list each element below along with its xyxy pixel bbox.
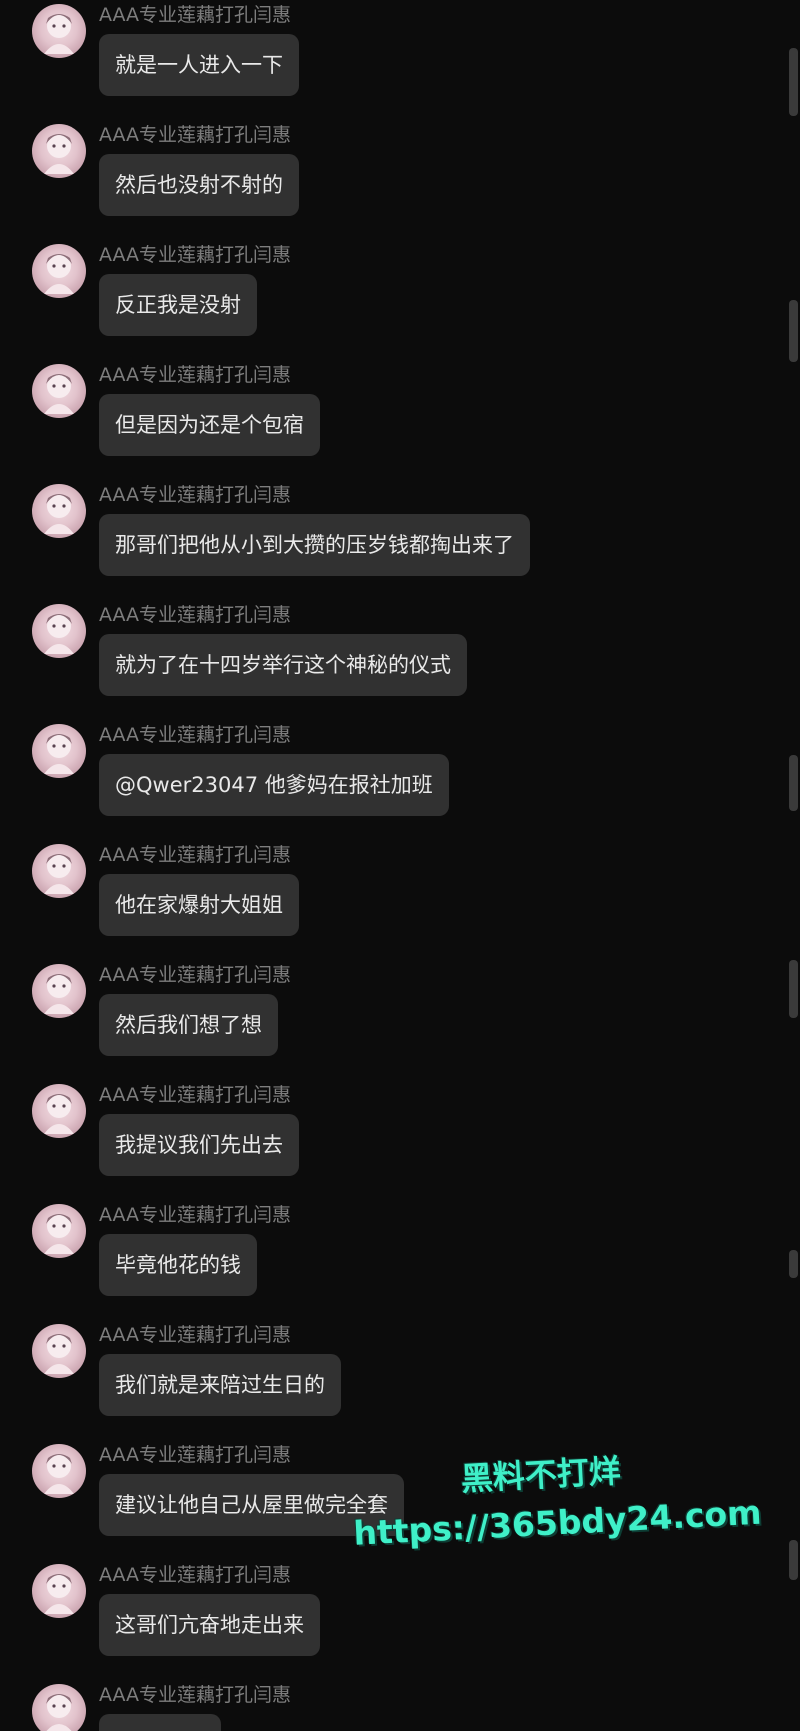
- avatar-icon[interactable]: [32, 604, 86, 658]
- avatar-icon[interactable]: [32, 484, 86, 538]
- chat-message: AAA专业莲藕打孔闫惠 那哥们把他从小到大攒的压岁钱都掏出来了: [0, 480, 780, 600]
- avatar-icon[interactable]: [32, 1684, 86, 1731]
- sender-name: AAA专业莲藕打孔闫惠: [99, 724, 292, 746]
- message-bubble[interactable]: 但是因为还是个包宿: [99, 394, 320, 456]
- sender-name: AAA专业莲藕打孔闫惠: [99, 1564, 292, 1586]
- scrollbar-marker: [789, 960, 798, 1018]
- sender-name: AAA专业莲藕打孔闫惠: [99, 1084, 292, 1106]
- avatar-icon[interactable]: [32, 724, 86, 778]
- sender-name: AAA专业莲藕打孔闫惠: [99, 1204, 292, 1226]
- sender-name: AAA专业莲藕打孔闫惠: [99, 1684, 292, 1706]
- scrollbar-marker: [789, 1250, 798, 1278]
- avatar-icon[interactable]: [32, 964, 86, 1018]
- message-bubble[interactable]: 他在家爆射大姐姐: [99, 874, 299, 936]
- avatar-icon[interactable]: [32, 4, 86, 58]
- chat-message: AAA专业莲藕打孔闫惠 他在家爆射大姐姐: [0, 840, 780, 960]
- avatar-icon[interactable]: [32, 1084, 86, 1138]
- message-bubble[interactable]: 我提议我们先出去: [99, 1114, 299, 1176]
- chat-message: AAA专业莲藕打孔闫惠 这哥们亢奋地走出来: [0, 1560, 780, 1680]
- chat-history[interactable]: AAA专业莲藕打孔闫惠 就是一人进入一下 AAA专业莲藕打孔闫惠 然后也没射不射…: [0, 0, 800, 1731]
- sender-name: AAA专业莲藕打孔闫惠: [99, 124, 292, 146]
- avatar-icon[interactable]: [32, 1444, 86, 1498]
- message-bubble[interactable]: @Qwer23047 他爹妈在报社加班: [99, 754, 449, 816]
- avatar-icon[interactable]: [32, 364, 86, 418]
- chat-message: AAA专业莲藕打孔闫惠 然后我们想了想: [0, 960, 780, 1080]
- chat-message: AAA专业莲藕打孔闫惠: [0, 1680, 780, 1731]
- sender-name: AAA专业莲藕打孔闫惠: [99, 244, 292, 266]
- message-bubble[interactable]: 然后也没射不射的: [99, 154, 299, 216]
- message-bubble[interactable]: 我们就是来陪过生日的: [99, 1354, 341, 1416]
- message-bubble[interactable]: 反正我是没射: [99, 274, 257, 336]
- chat-message: AAA专业莲藕打孔闫惠 就是一人进入一下: [0, 0, 780, 120]
- scrollbar-marker: [789, 755, 798, 811]
- sender-name: AAA专业莲藕打孔闫惠: [99, 364, 292, 386]
- message-bubble[interactable]: 就是一人进入一下: [99, 34, 299, 96]
- message-bubble[interactable]: 那哥们把他从小到大攒的压岁钱都掏出来了: [99, 514, 530, 576]
- sender-name: AAA专业莲藕打孔闫惠: [99, 1444, 292, 1466]
- avatar-icon[interactable]: [32, 244, 86, 298]
- message-bubble[interactable]: 就为了在十四岁举行这个神秘的仪式: [99, 634, 467, 696]
- sender-name: AAA专业莲藕打孔闫惠: [99, 844, 292, 866]
- scrollbar-marker: [789, 300, 798, 362]
- sender-name: AAA专业莲藕打孔闫惠: [99, 1324, 292, 1346]
- avatar-icon[interactable]: [32, 1324, 86, 1378]
- message-bubble[interactable]: 然后我们想了想: [99, 994, 278, 1056]
- message-bubble[interactable]: 这哥们亢奋地走出来: [99, 1594, 320, 1656]
- avatar-icon[interactable]: [32, 124, 86, 178]
- sender-name: AAA专业莲藕打孔闫惠: [99, 4, 292, 26]
- chat-message: AAA专业莲藕打孔闫惠 就为了在十四岁举行这个神秘的仪式: [0, 600, 780, 720]
- scrollbar-marker: [789, 1540, 798, 1580]
- chat-message: AAA专业莲藕打孔闫惠 反正我是没射: [0, 240, 780, 360]
- avatar-icon[interactable]: [32, 1564, 86, 1618]
- scrollbar-marker: [789, 48, 798, 116]
- scrollbar[interactable]: [780, 0, 800, 1731]
- chat-message: AAA专业莲藕打孔闫惠 我提议我们先出去: [0, 1080, 780, 1200]
- avatar-icon[interactable]: [32, 1204, 86, 1258]
- chat-message: AAA专业莲藕打孔闫惠 然后也没射不射的: [0, 120, 780, 240]
- sender-name: AAA专业莲藕打孔闫惠: [99, 964, 292, 986]
- chat-message: AAA专业莲藕打孔闫惠 我们就是来陪过生日的: [0, 1320, 780, 1440]
- message-bubble[interactable]: [99, 1714, 221, 1731]
- sender-name: AAA专业莲藕打孔闫惠: [99, 604, 292, 626]
- chat-message: AAA专业莲藕打孔闫惠 但是因为还是个包宿: [0, 360, 780, 480]
- sender-name: AAA专业莲藕打孔闫惠: [99, 484, 292, 506]
- chat-message: AAA专业莲藕打孔闫惠 毕竟他花的钱: [0, 1200, 780, 1320]
- chat-message: AAA专业莲藕打孔闫惠 @Qwer23047 他爹妈在报社加班: [0, 720, 780, 840]
- avatar-icon[interactable]: [32, 844, 86, 898]
- message-bubble[interactable]: 毕竟他花的钱: [99, 1234, 257, 1296]
